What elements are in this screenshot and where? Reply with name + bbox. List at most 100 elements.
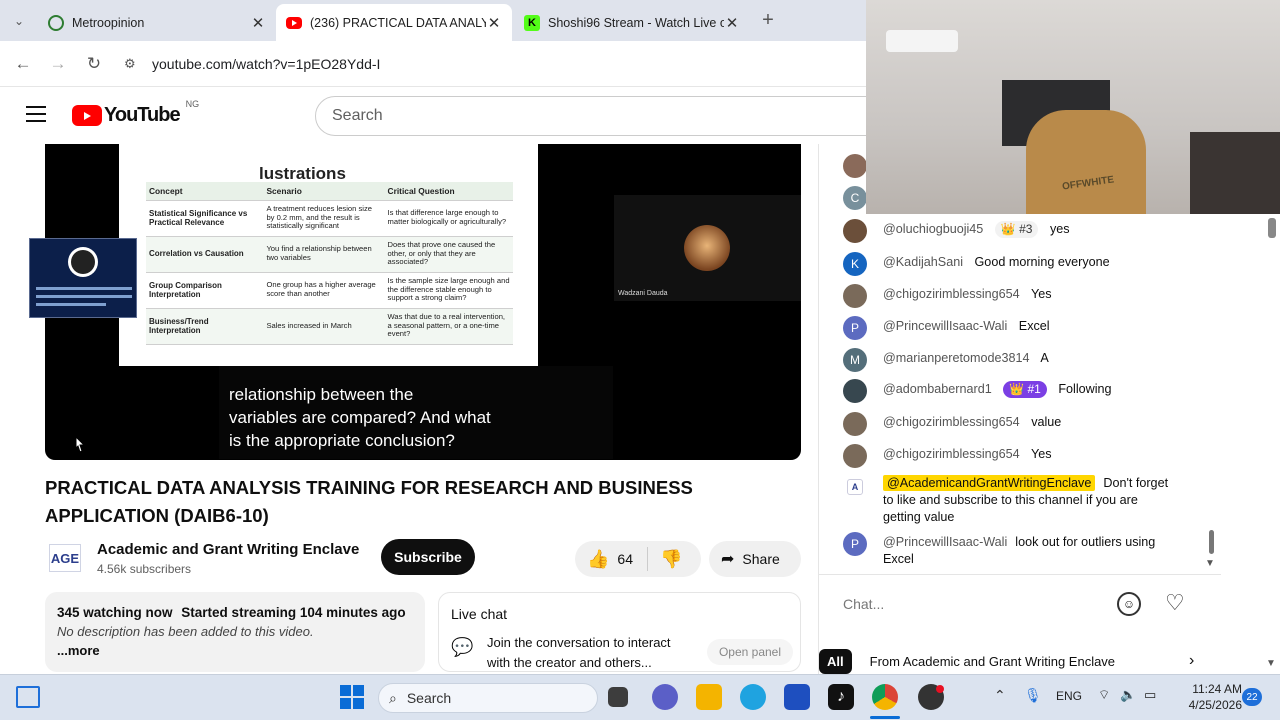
like-dislike-group: 👍 64 👎 <box>575 541 701 577</box>
notification-badge[interactable]: 22 <box>1242 688 1262 706</box>
chat-text: value <box>1031 415 1062 429</box>
site-info-icon[interactable]: ⚙ <box>124 56 152 72</box>
tab-search-chevron-icon[interactable]: ⌄ <box>8 10 30 32</box>
language-indicator[interactable]: ENG <box>1056 689 1082 703</box>
battery-icon[interactable]: ▭ <box>1144 687 1156 703</box>
chat-author[interactable]: @adombabernard1 <box>883 382 992 396</box>
page-scrollbar-thumb[interactable] <box>1268 218 1276 238</box>
edge-icon[interactable] <box>740 684 766 710</box>
tiktok-icon[interactable]: ♪ <box>828 684 854 710</box>
chat-scrollbar-thumb[interactable] <box>1209 530 1214 554</box>
webcam-overlay: OFFWHITE <box>866 0 1280 214</box>
chat-author[interactable]: @chigozirimblessing654 <box>883 447 1020 461</box>
chevron-right-icon[interactable]: › <box>1189 652 1194 670</box>
clock[interactable]: 11:24 AM 4/25/2026 <box>1172 681 1242 713</box>
address-field[interactable]: ⚙ youtube.com/watch?v=1pEO28Ydd-I <box>120 48 850 80</box>
chat-author[interactable]: @marianperetomode3814 <box>883 351 1030 365</box>
more-link[interactable]: ...more <box>57 643 413 658</box>
slide-cell: Group Comparison Interpretation <box>146 272 264 309</box>
start-icon[interactable] <box>339 684 365 710</box>
participant-avatar <box>684 225 730 271</box>
channel-avatar[interactable]: AGE <box>49 544 81 572</box>
chat-author[interactable]: @PrincewillIsaac-Wali <box>883 535 1007 549</box>
channel-name[interactable]: Academic and Grant Writing Enclave <box>97 541 359 558</box>
new-tab-button[interactable]: + <box>757 9 779 31</box>
live-chat-card: Live chat 💬 Join the conversation to int… <box>438 592 801 672</box>
taskbar-search-label: Search <box>406 690 452 706</box>
thumbs-down-icon[interactable]: 👎 <box>660 549 682 570</box>
hamburger-menu-icon[interactable] <box>26 106 46 122</box>
chat-avatar: C <box>843 186 867 210</box>
video-player[interactable]: lustrations Concept Scenario Critical Qu… <box>45 144 801 460</box>
video-title: PRACTICAL DATA ANALYSIS TRAINING FOR RES… <box>45 477 693 526</box>
tab-close-icon[interactable]: ✕ <box>486 14 502 32</box>
chat-message: @adombabernard1 👑 #1 Following <box>843 379 1173 403</box>
open-panel-button[interactable]: Open panel <box>707 639 793 665</box>
mouse-cursor-icon <box>73 435 87 459</box>
tab-youtube[interactable]: (236) PRACTICAL DATA ANALYS ✕ <box>276 4 512 41</box>
widgets-icon[interactable] <box>16 686 40 708</box>
owner-author-badge[interactable]: @AcademicandGrantWritingEnclave <box>883 475 1096 491</box>
back-arrow-icon[interactable]: ← <box>12 53 34 75</box>
slide-header: Concept <box>146 182 264 201</box>
chat-author[interactable]: @oluchiogbuoji45 <box>883 222 983 236</box>
participant-name: Wadzani Dauda <box>618 290 668 297</box>
slide-row: Statistical Significance vs Practical Re… <box>146 200 513 237</box>
description-box[interactable]: 345 watching now Started streaming 104 m… <box>45 592 425 672</box>
tab-metroopinion[interactable]: Metroopinion ✕ <box>38 4 276 41</box>
task-view-icon[interactable] <box>608 687 628 707</box>
tab-close-icon[interactable]: ✕ <box>724 14 740 32</box>
caption-line: variables are compared? And what <box>229 408 491 427</box>
shelf <box>1190 132 1280 214</box>
scroll-down-arrow-icon[interactable]: ▼ <box>1205 558 1215 569</box>
air-conditioner <box>886 30 958 52</box>
search-icon: ⌕ <box>389 689 397 706</box>
share-button[interactable]: ➦ Share <box>709 541 801 577</box>
kick-favicon-icon: K <box>524 14 540 31</box>
microphone-icon[interactable]: 🎙 <box>1024 687 1042 704</box>
chat-author[interactable]: @PrincewillIsaac-Wali <box>883 319 1007 333</box>
like-count[interactable]: 64 <box>617 551 633 567</box>
tab-close-icon[interactable]: ✕ <box>250 14 266 32</box>
thumbs-up-icon[interactable]: 👍 <box>587 549 609 570</box>
show-hidden-icons-icon[interactable]: ⌃ <box>994 687 1006 704</box>
wifi-icon[interactable]: ⌔ <box>1098 687 1110 703</box>
slide-header: Critical Question <box>384 182 513 201</box>
slide-row: Correlation vs Causation You find a rela… <box>146 236 513 273</box>
youtube-play-icon <box>72 105 102 126</box>
subscribe-button[interactable]: Subscribe <box>381 539 475 575</box>
chat-author[interactable]: @chigozirimblessing654 <box>883 415 1020 429</box>
slide-cell: A treatment reduces lesion size by 0.2 m… <box>263 200 385 237</box>
slide-title: lustrations <box>259 164 346 183</box>
chat-message: @chigozirimblessing654 value <box>843 412 1173 436</box>
page-scroll-down-icon[interactable]: ▼ <box>1266 658 1276 669</box>
youtube-logo[interactable]: YouTube NG <box>72 99 199 127</box>
emoji-icon[interactable]: ☺ <box>1117 592 1141 616</box>
chat-input-placeholder: Chat... <box>843 596 885 612</box>
chat-author[interactable]: @KadijahSani <box>883 255 963 269</box>
windows-taskbar: ⌕ Search ♪ ⌃ 🎙 ENG ⌔ 🔈 ▭ 11:24 AM 4/25/2… <box>0 674 1280 720</box>
live-chat-panel: C @oluchiogbuoji45 👑 #3 yes K @KadijahSa… <box>818 144 1221 674</box>
heart-icon[interactable]: ♡ <box>1165 590 1185 616</box>
forward-arrow-icon[interactable]: → <box>47 53 69 75</box>
slide-cell: Correlation vs Causation <box>146 236 264 273</box>
taskbar-search[interactable]: ⌕ Search <box>378 683 598 713</box>
tab-kick-stream[interactable]: K Shoshi96 Stream - Watch Live o ✕ <box>514 4 750 41</box>
slide-cell: Business/Trend Interpretation <box>146 308 264 345</box>
chat-text: Yes <box>1030 287 1052 301</box>
search-input[interactable]: Search <box>315 96 875 136</box>
reload-icon[interactable]: ↻ <box>83 53 105 75</box>
chat-author[interactable]: @chigozirimblessing654 <box>883 287 1020 301</box>
file-explorer-icon[interactable] <box>696 684 722 710</box>
tab-title: Metroopinion <box>72 15 145 30</box>
volume-icon[interactable]: 🔈 <box>1120 687 1136 703</box>
chrome-icon[interactable] <box>872 684 898 710</box>
chat-message: K @KadijahSani Good morning everyone <box>843 252 1173 276</box>
chat-text: Excel <box>883 552 914 566</box>
chat-message-owner: A @AcademicandGrantWritingEnclave Don't f… <box>843 475 1173 526</box>
obs-preview-window[interactable] <box>29 238 137 318</box>
teams-icon[interactable] <box>652 684 678 710</box>
store-icon[interactable] <box>784 684 810 710</box>
chat-filter-all[interactable]: All <box>819 649 852 674</box>
chat-filter-channel[interactable]: From Academic and Grant Writing Enclave <box>870 654 1115 669</box>
